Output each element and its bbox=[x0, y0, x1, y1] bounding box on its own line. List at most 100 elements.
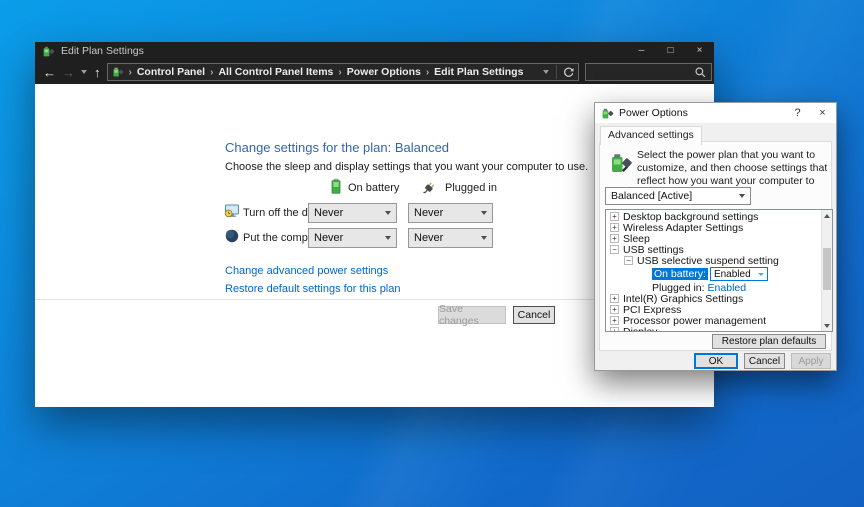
save-changes-button[interactable]: Save changes bbox=[438, 306, 506, 324]
page-subtitle: Choose the sleep and display settings th… bbox=[225, 161, 588, 173]
sleep-plugged-in-value: Never bbox=[414, 232, 443, 244]
expand-icon[interactable]: + bbox=[610, 316, 619, 325]
desktop-background: Edit Plan Settings – □ × ← → ↑ › Control bbox=[0, 0, 864, 507]
breadcrumb-separator-icon: › bbox=[210, 67, 213, 78]
scroll-up-icon[interactable] bbox=[822, 210, 832, 221]
window-title: Edit Plan Settings bbox=[61, 45, 627, 57]
dialog-tabstrip: Advanced settings bbox=[595, 123, 836, 141]
on-battery-selected-label[interactable]: On battery: bbox=[652, 268, 708, 280]
power-options-dialog: Power Options ? × Advanced settings Sele… bbox=[594, 102, 837, 371]
power-plan-select-value: Balanced [Active] bbox=[611, 190, 692, 202]
advanced-settings-tree: + Desktop background settings + Wireless… bbox=[605, 209, 833, 332]
chevron-down-icon bbox=[481, 211, 487, 215]
sleep-on-battery-value: Never bbox=[314, 232, 343, 244]
on-battery-value: Enabled bbox=[714, 269, 751, 280]
chevron-down-icon bbox=[385, 211, 391, 215]
on-battery-column-header: On battery bbox=[348, 182, 399, 194]
search-input[interactable] bbox=[590, 66, 694, 78]
help-button[interactable]: ? bbox=[785, 103, 810, 123]
expand-icon[interactable]: + bbox=[610, 212, 619, 221]
dialog-titlebar: Power Options ? × bbox=[595, 103, 836, 123]
advanced-settings-page: Select the power plan that you want to c… bbox=[599, 141, 832, 351]
tab-advanced-settings[interactable]: Advanced settings bbox=[600, 126, 702, 145]
display-on-battery-select[interactable]: Never bbox=[308, 203, 397, 223]
chevron-down-icon bbox=[385, 236, 391, 240]
window-controls: – □ × bbox=[627, 42, 714, 60]
breadcrumb-separator-icon: › bbox=[426, 67, 429, 78]
address-divider bbox=[556, 65, 557, 79]
display-plugged-in-select[interactable]: Never bbox=[408, 203, 493, 223]
breadcrumb-item-edit-plan-settings[interactable]: Edit Plan Settings bbox=[434, 66, 523, 78]
window-titlebar: Edit Plan Settings – □ × bbox=[35, 42, 714, 60]
scroll-down-icon[interactable] bbox=[822, 320, 832, 331]
plugged-in-column-header: Plugged in bbox=[445, 182, 497, 194]
cancel-button[interactable]: Cancel bbox=[513, 306, 555, 324]
power-plan-icon bbox=[42, 45, 55, 58]
breadcrumb-item-power-options[interactable]: Power Options bbox=[347, 66, 421, 78]
page-title: Change settings for the plan: Balanced bbox=[225, 140, 449, 155]
breadcrumb-item-control-panel[interactable]: Control Panel bbox=[137, 66, 205, 78]
tree-item-usb-settings[interactable]: − USB settings bbox=[606, 244, 821, 255]
expand-icon[interactable]: + bbox=[610, 305, 619, 314]
tree-scrollbar[interactable] bbox=[821, 210, 832, 331]
collapse-icon[interactable]: − bbox=[610, 245, 619, 254]
tree-item-sleep[interactable]: + Sleep bbox=[606, 233, 821, 244]
tree-item-plugged-in[interactable]: Plugged in: Enabled bbox=[606, 282, 821, 293]
tree-item-desktop-background-settings[interactable]: + Desktop background settings bbox=[606, 211, 821, 222]
refresh-icon[interactable] bbox=[562, 66, 575, 79]
dialog-cancel-button[interactable]: Cancel bbox=[744, 353, 785, 369]
chevron-down-icon bbox=[758, 273, 764, 276]
sleep-on-battery-select[interactable]: Never bbox=[308, 228, 397, 248]
tree-item-processor-power-management[interactable]: + Processor power management bbox=[606, 315, 821, 326]
power-plan-icon bbox=[112, 66, 124, 78]
address-history-chevron-icon[interactable] bbox=[543, 70, 549, 74]
ok-button[interactable]: OK bbox=[694, 353, 738, 369]
expand-icon[interactable]: + bbox=[610, 234, 619, 243]
tree-item-wireless-adapter-settings[interactable]: + Wireless Adapter Settings bbox=[606, 222, 821, 233]
plug-icon bbox=[421, 180, 437, 196]
forward-icon[interactable]: → bbox=[62, 66, 75, 79]
expand-icon[interactable]: + bbox=[610, 223, 619, 232]
expand-icon[interactable]: + bbox=[610, 327, 619, 331]
tree-item-intel-graphics-settings[interactable]: + Intel(R) Graphics Settings bbox=[606, 293, 821, 304]
breadcrumb-separator-icon: › bbox=[338, 67, 341, 78]
battery-icon bbox=[328, 178, 344, 194]
tree-item-pci-express[interactable]: + PCI Express bbox=[606, 304, 821, 315]
display-plugged-in-value: Never bbox=[414, 207, 443, 219]
up-icon[interactable]: ↑ bbox=[94, 66, 101, 79]
breadcrumb-item-all-control-panel-items[interactable]: All Control Panel Items bbox=[218, 66, 333, 78]
dialog-title: Power Options bbox=[619, 107, 785, 119]
tree-item-usb-selective-suspend[interactable]: − USB selective suspend setting bbox=[606, 255, 821, 266]
moon-icon bbox=[224, 228, 240, 244]
dialog-close-button[interactable]: × bbox=[810, 103, 835, 123]
breadcrumb[interactable]: › Control Panel › All Control Panel Item… bbox=[107, 63, 580, 81]
display-icon bbox=[224, 203, 240, 219]
expand-icon[interactable]: + bbox=[610, 294, 619, 303]
close-button[interactable]: × bbox=[685, 42, 714, 60]
sleep-plugged-in-select[interactable]: Never bbox=[408, 228, 493, 248]
restore-default-settings-link[interactable]: Restore default settings for this plan bbox=[225, 283, 400, 295]
restore-plan-defaults-button[interactable]: Restore plan defaults bbox=[712, 334, 826, 349]
on-battery-enabled-select[interactable]: Enabled bbox=[710, 267, 768, 281]
tree-item-display[interactable]: + Display bbox=[606, 326, 821, 331]
chevron-down-icon bbox=[481, 236, 487, 240]
search-icon[interactable] bbox=[694, 66, 707, 79]
tree-item-on-battery[interactable]: On battery: Enabled bbox=[606, 266, 821, 282]
power-plan-icon bbox=[601, 107, 614, 120]
tree-rows: + Desktop background settings + Wireless… bbox=[606, 211, 821, 331]
address-bar: ← → ↑ › Control Panel › All Control Pane… bbox=[35, 60, 714, 84]
minimize-button[interactable]: – bbox=[627, 42, 656, 60]
back-icon[interactable]: ← bbox=[43, 66, 56, 79]
chevron-down-icon bbox=[739, 194, 745, 198]
scrollbar-thumb[interactable] bbox=[823, 248, 831, 290]
change-advanced-power-settings-link[interactable]: Change advanced power settings bbox=[225, 265, 388, 277]
collapse-icon[interactable]: − bbox=[624, 256, 633, 265]
search-box[interactable] bbox=[585, 63, 712, 81]
power-plan-select[interactable]: Balanced [Active] bbox=[605, 187, 751, 205]
breadcrumb-separator-icon: › bbox=[129, 67, 132, 78]
display-on-battery-value: Never bbox=[314, 207, 343, 219]
maximize-button[interactable]: □ bbox=[656, 42, 685, 60]
power-plan-icon bbox=[609, 151, 633, 175]
apply-button[interactable]: Apply bbox=[791, 353, 831, 369]
recent-pages-chevron-icon[interactable] bbox=[81, 70, 87, 74]
